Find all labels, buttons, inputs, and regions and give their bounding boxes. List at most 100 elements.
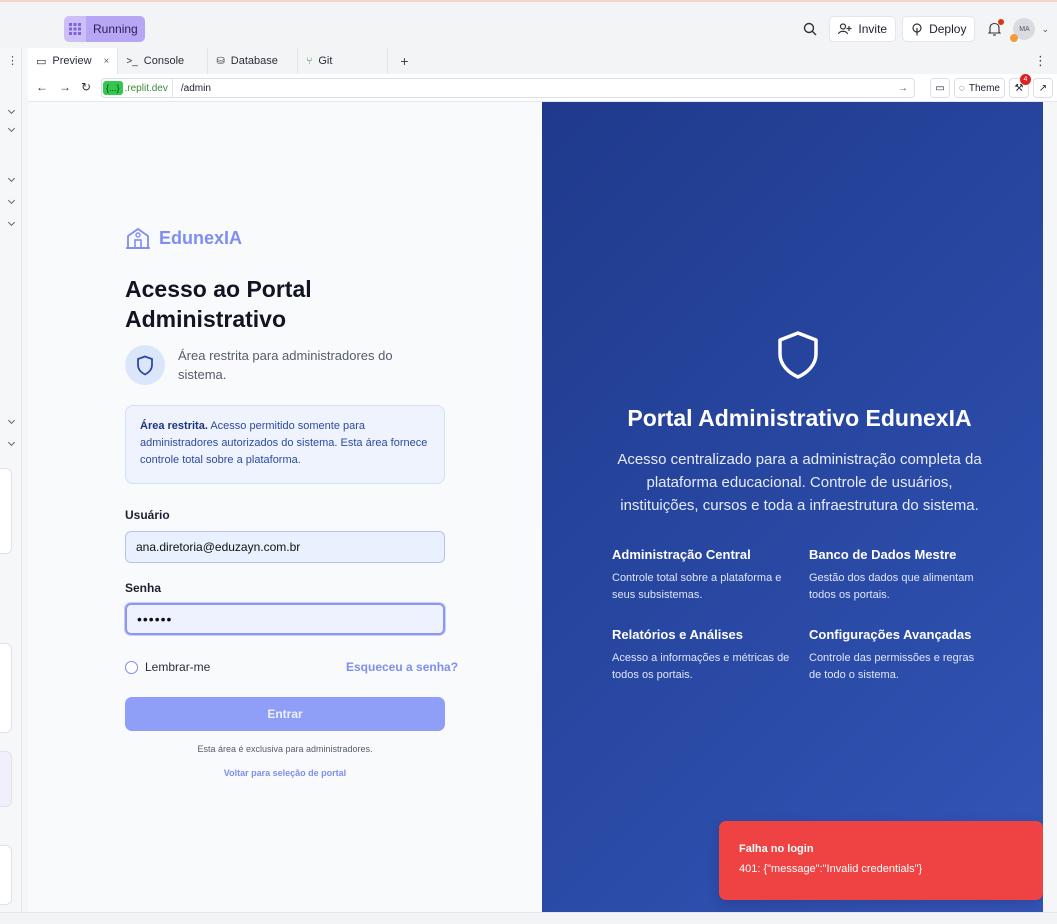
feature-desc: Controle total sobre a plataforma e seus… — [612, 572, 782, 601]
side-panel-card[interactable] — [0, 643, 12, 733]
chevron-icon[interactable] — [7, 196, 16, 205]
feature-card: Banco de Dados Mestre Gestão dos dados q… — [809, 547, 989, 604]
close-icon[interactable]: × — [104, 56, 110, 67]
restricted-alert: Área restrita. Acesso permitido somente … — [125, 405, 445, 484]
top-actions: Invite Deploy MA ⌄ — [797, 16, 1049, 42]
add-user-icon — [838, 23, 852, 35]
tab-preview[interactable]: ▭ Preview × — [28, 48, 119, 74]
side-panel-card[interactable] — [0, 845, 12, 905]
password-field[interactable]: •••••• — [125, 603, 445, 635]
remember-me[interactable]: Lembrar-me — [125, 660, 210, 674]
feature-title: Configurações Avançadas — [809, 627, 972, 642]
back-to-portal-link[interactable]: Voltar para seleção de portal — [125, 768, 445, 778]
bell-icon[interactable] — [981, 16, 1007, 42]
feature-title: Relatórios e Análises — [612, 627, 744, 642]
remember-label: Lembrar-me — [145, 660, 211, 674]
scrollbar[interactable] — [1043, 102, 1057, 912]
school-icon — [126, 227, 150, 249]
page-title: Acesso ao Portal Administrativo — [125, 276, 312, 332]
chevron-icon[interactable] — [7, 218, 16, 227]
feature-desc: Controle das permissões e regras de todo… — [809, 652, 975, 681]
side-panel-card[interactable] — [0, 751, 12, 807]
reload-icon[interactable]: ↻ — [81, 80, 91, 94]
preview-viewport: EdunexIA Acesso ao Portal Administrativo… — [28, 102, 1057, 912]
shield-icon — [776, 330, 820, 385]
hero-title: Portal Administrativo EdunexIA — [627, 405, 972, 431]
theme-label: Theme — [968, 82, 1000, 94]
username-field[interactable]: ana.diretoria@eduzayn.com.br — [125, 531, 445, 563]
user-label: Usuário — [125, 508, 170, 522]
tab-label: Database — [230, 55, 278, 67]
forward-arrow-icon[interactable]: → — [59, 80, 71, 94]
hero-description: Acesso centralizado para a administração… — [617, 451, 982, 514]
domain-badge: {...} .replit.dev — [102, 79, 173, 97]
top-bar: Running Invite Deploy MA ⌄ — [0, 0, 1057, 48]
feature-desc: Acesso a informações e métricas de todos… — [612, 652, 790, 681]
url-bar: ← → ↻ {...} .replit.dev /admin → ▭ ◌ The… — [28, 74, 1057, 102]
feature-card: Relatórios e Análises Acesso a informaçõ… — [612, 627, 792, 684]
search-icon[interactable] — [797, 16, 823, 42]
brand-name: EdunexIA — [159, 227, 243, 248]
invite-button[interactable]: Invite — [829, 16, 897, 42]
domain-chip: {...} — [103, 81, 123, 95]
theme-button[interactable]: ◌ Theme — [953, 78, 1005, 98]
forgot-password-link[interactable]: Esqueceu a senha? — [346, 660, 458, 674]
domain-text: .replit.dev — [124, 82, 168, 94]
add-tab-icon[interactable]: + — [388, 48, 420, 74]
feature-card: Configurações Avançadas Controle das per… — [809, 627, 989, 684]
page-subtitle: Área restrita para administradores do si… — [178, 348, 393, 382]
deploy-button[interactable]: Deploy — [902, 16, 976, 42]
more-icon[interactable]: ⋮ — [7, 54, 18, 67]
toast-title: Falha no login — [739, 843, 814, 855]
hero-pane: Portal Administrativo EdunexIA Acesso ce… — [542, 102, 1043, 912]
avatar[interactable]: MA — [1010, 18, 1036, 42]
chevron-icon[interactable] — [7, 416, 16, 425]
error-toast[interactable]: Falha no login 401: {"message":"Invalid … — [719, 821, 1043, 900]
chevron-icon[interactable] — [7, 438, 16, 447]
alert-bold: Área restrita. — [140, 420, 208, 432]
feature-card: Administração Central Controle total sob… — [612, 547, 792, 604]
deploy-label: Deploy — [929, 22, 967, 36]
tab-database[interactable]: ⛁ Database — [208, 48, 299, 74]
url-input[interactable]: {...} .replit.dev /admin → — [101, 78, 915, 98]
url-actions: ▭ ◌ Theme ⚒ 4 ↗ — [929, 74, 1053, 98]
password-label: Senha — [125, 581, 162, 595]
more-icon[interactable]: ⋮ — [1024, 48, 1057, 74]
chevron-down-icon[interactable]: ⌄ — [1041, 24, 1049, 35]
chevron-icon[interactable] — [7, 106, 16, 115]
tab-console[interactable]: >_ Console — [118, 48, 209, 74]
run-status-label: Running — [86, 16, 145, 42]
chevron-icon[interactable] — [7, 174, 16, 183]
terminal-icon: >_ — [126, 55, 138, 67]
devtools-icon[interactable]: ⚒ 4 — [1009, 74, 1031, 98]
side-panel-card[interactable] — [0, 468, 12, 554]
shield-icon — [125, 345, 165, 385]
invite-label: Invite — [858, 22, 888, 36]
brand: EdunexIA — [125, 226, 242, 250]
left-rail: ⋮ — [0, 48, 22, 924]
workspace-tabs: ▭ Preview × >_ Console ⛁ Database ⑂ Git … — [28, 48, 1057, 74]
open-external-icon[interactable]: ↗ — [1033, 78, 1053, 98]
deploy-icon — [912, 22, 922, 35]
notification-badge: 4 — [1020, 74, 1031, 85]
back-arrow-icon[interactable]: ← — [36, 80, 48, 94]
database-icon: ⛁ — [216, 55, 225, 67]
feature-title: Banco de Dados Mestre — [809, 547, 957, 562]
run-status-pill[interactable]: Running — [64, 16, 145, 42]
chevron-icon[interactable] — [7, 124, 16, 133]
tab-label: Console — [143, 55, 185, 67]
tab-git[interactable]: ⑂ Git — [298, 48, 389, 74]
feature-desc: Gestão dos dados que alimentam todos os … — [809, 572, 974, 601]
go-arrow-icon[interactable]: → — [898, 83, 914, 94]
submit-button[interactable]: Entrar — [125, 697, 445, 731]
feature-title: Administração Central — [612, 547, 751, 562]
avatar-initials: MA — [1019, 25, 1030, 33]
devices-icon[interactable]: ▭ — [929, 78, 950, 98]
palette-icon: ◌ — [958, 82, 965, 94]
bottom-bar — [0, 912, 1057, 924]
remember-checkbox[interactable] — [125, 660, 138, 674]
exclusive-note: Esta área é exclusiva para administrador… — [197, 744, 373, 754]
login-pane: EdunexIA Acesso ao Portal Administrativo… — [28, 102, 542, 912]
git-icon: ⑂ — [306, 55, 313, 67]
grid-icon — [64, 16, 86, 42]
